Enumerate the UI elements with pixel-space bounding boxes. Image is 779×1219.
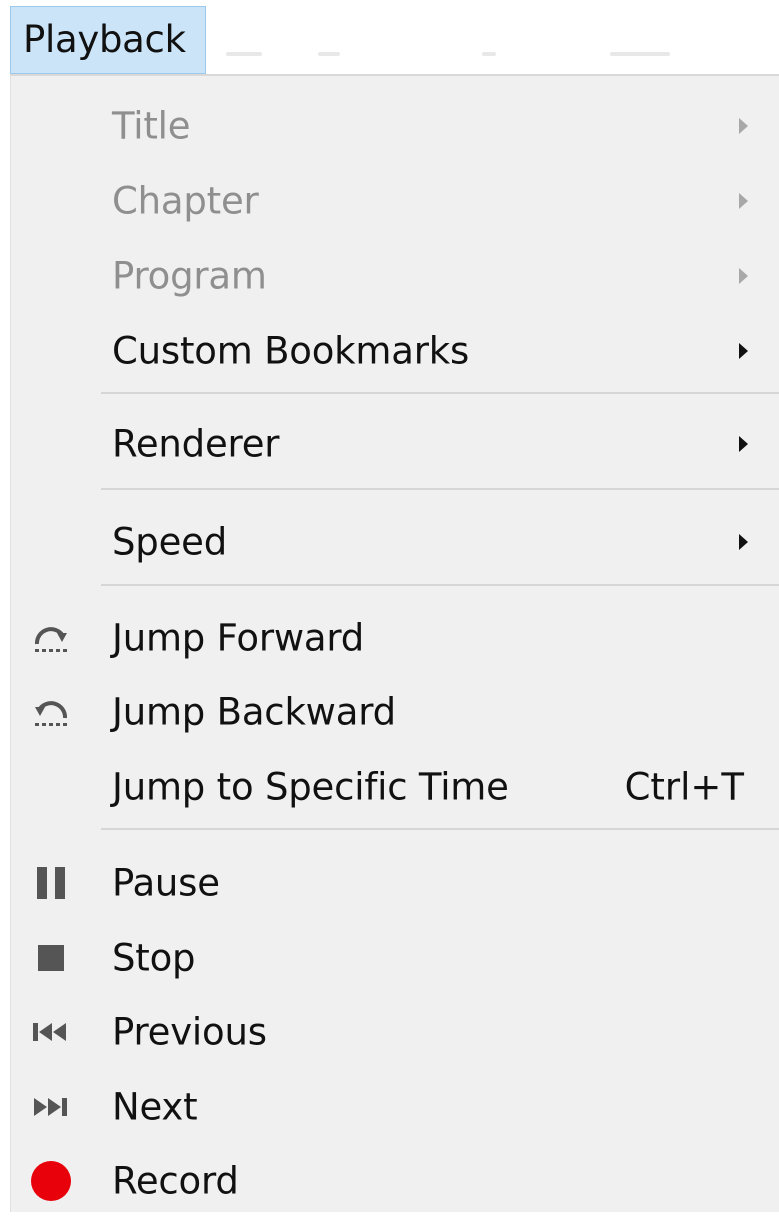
shortcut-label: Ctrl+T: [624, 765, 744, 809]
menu-bar-faded-item: [318, 52, 340, 56]
menu-item-label: Speed: [112, 520, 227, 564]
menu-item-label: Chapter: [112, 179, 259, 223]
submenu-arrow-icon: [739, 534, 748, 550]
playback-dropdown-menu: Title Chapter Program Custom Bookmarks R…: [10, 74, 779, 1212]
submenu-arrow-icon: [739, 118, 748, 134]
menu-bar-faded-item: [482, 52, 496, 56]
next-icon: [27, 1083, 75, 1131]
menu-separator: [101, 584, 779, 586]
menu-item-label: Program: [112, 254, 267, 298]
submenu-arrow-icon: [739, 343, 748, 359]
menu-item-chapter[interactable]: Chapter: [11, 163, 779, 239]
jump-backward-icon: [27, 688, 75, 736]
menu-separator: [101, 488, 779, 490]
menu-item-label: Title: [112, 104, 191, 148]
menu-item-speed[interactable]: Speed: [11, 504, 779, 580]
submenu-arrow-icon: [739, 436, 748, 452]
menu-separator: [101, 392, 779, 394]
menu-item-custom-bookmarks[interactable]: Custom Bookmarks: [11, 313, 779, 389]
menu-item-label: Stop: [112, 936, 196, 980]
menu-item-record[interactable]: Record: [11, 1143, 779, 1219]
submenu-arrow-icon: [739, 268, 748, 284]
menu-item-program[interactable]: Program: [11, 238, 779, 314]
menu-item-label: Renderer: [112, 422, 280, 466]
menu-item-label: Record: [112, 1159, 239, 1203]
menu-item-title[interactable]: Title: [11, 88, 779, 164]
menu-item-label: Jump Forward: [112, 616, 365, 660]
menu-item-previous[interactable]: Previous: [11, 994, 779, 1070]
menu-item-jump-backward[interactable]: Jump Backward: [11, 674, 779, 750]
menu-bar-faded-item: [610, 52, 670, 56]
jump-forward-icon: [27, 614, 75, 662]
menu-item-label: Jump Backward: [112, 690, 396, 734]
pause-icon: [27, 859, 75, 907]
menu-item-stop[interactable]: Stop: [11, 920, 779, 996]
menu-item-renderer[interactable]: Renderer: [11, 406, 779, 482]
record-icon: [27, 1157, 75, 1205]
menu-bar-faded-item: [226, 52, 262, 56]
menu-item-jump-to-specific-time[interactable]: Jump to Specific Time Ctrl+T: [11, 749, 779, 825]
menu-item-label: Previous: [112, 1010, 267, 1054]
menu-item-pause[interactable]: Pause: [11, 845, 779, 921]
menu-item-jump-forward[interactable]: Jump Forward: [11, 600, 779, 676]
menu-item-label: Pause: [112, 861, 220, 905]
previous-icon: [27, 1008, 75, 1056]
submenu-arrow-icon: [739, 193, 748, 209]
menu-item-label: Next: [112, 1085, 198, 1129]
menu-bar: Playback: [0, 0, 779, 76]
menu-item-label: Custom Bookmarks: [112, 329, 470, 373]
stop-icon: [27, 934, 75, 982]
menu-playback[interactable]: Playback: [10, 6, 206, 74]
menu-item-label: Jump to Specific Time: [112, 765, 509, 809]
menu-separator: [101, 828, 779, 830]
menu-item-next[interactable]: Next: [11, 1069, 779, 1145]
